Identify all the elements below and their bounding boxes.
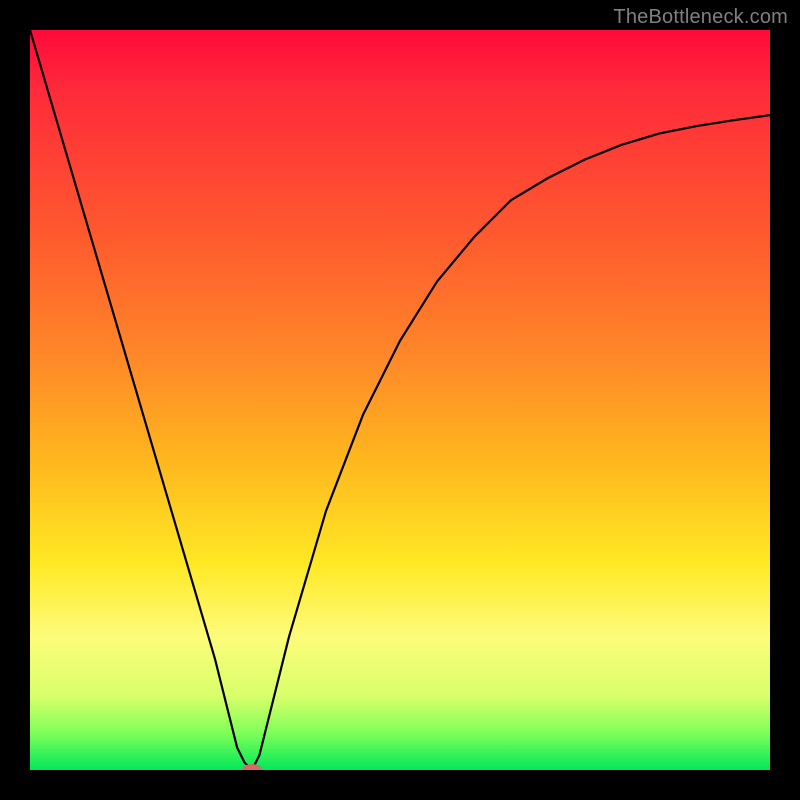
curve-svg [30, 30, 770, 770]
plot-area [30, 30, 770, 770]
dip-marker [242, 764, 262, 770]
watermark-text: TheBottleneck.com [613, 6, 788, 29]
bottleneck-curve [30, 30, 770, 770]
chart-frame: TheBottleneck.com [0, 0, 800, 800]
